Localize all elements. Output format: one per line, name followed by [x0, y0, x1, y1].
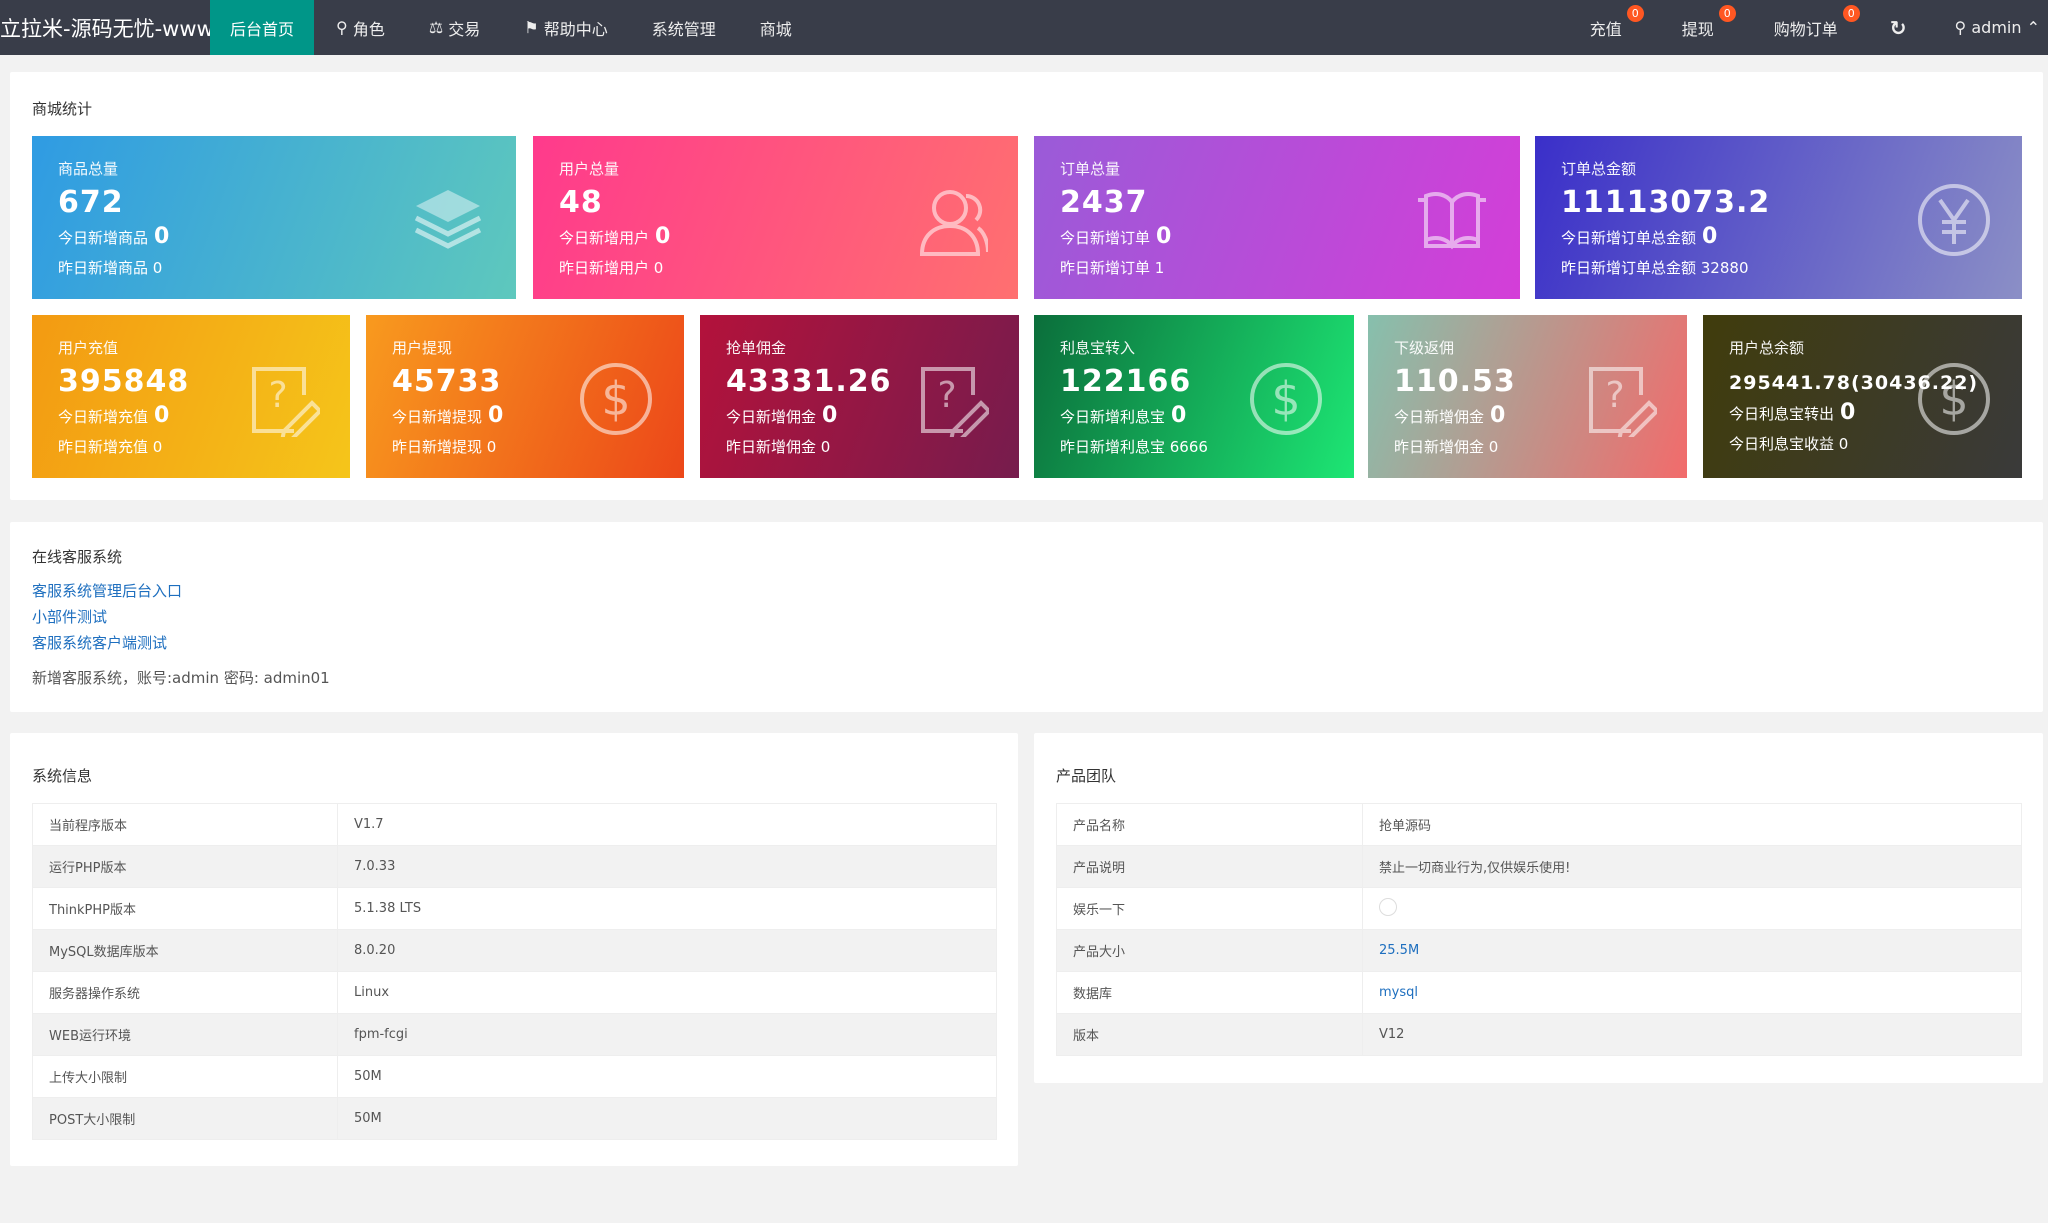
edit-question-icon: ?	[252, 367, 320, 437]
table-row: 上传大小限制 50M	[32, 1055, 997, 1098]
table-row: 服务器操作系统 Linux	[32, 971, 997, 1014]
badge: 0	[1842, 5, 1860, 22]
badge: 0	[1718, 5, 1736, 22]
table-row: ThinkPHP版本 5.1.38 LTS	[32, 887, 997, 930]
value-link[interactable]: mysql	[1379, 985, 1418, 1000]
svg-text:$: $	[1271, 372, 1300, 426]
panel-title: 系统信息	[32, 767, 93, 785]
svg-text:?: ?	[1605, 375, 1624, 416]
nav-withdraw[interactable]: 提现 0	[1652, 0, 1744, 55]
client-test-link[interactable]: 客服系统客户端测试	[32, 632, 167, 653]
value-link[interactable]: 25.5M	[1379, 943, 1419, 958]
edit-question-icon: ?	[1589, 367, 1657, 437]
user-icon: ⚲	[336, 18, 353, 37]
table-row: 当前程序版本 V1.7	[32, 803, 997, 846]
user-menu[interactable]: ⚲ admin ⌃	[1929, 0, 2048, 55]
nav-mall[interactable]: 商城	[738, 0, 814, 55]
stat-card: 订单总金额 11113073.2 今日新增订单总金额 0 昨日新增订单总金额 32…	[1535, 136, 2022, 299]
top-nav: 立拉米-源码无忧-www... 后台首页 ⚲ 角色 ⚖ 交易 ⚑ 帮助中心 系统…	[0, 0, 2048, 55]
panel-title: 商城统计	[32, 100, 93, 118]
edit-question-icon: ?	[921, 367, 989, 437]
book-icon	[1418, 192, 1486, 250]
table-row: 运行PHP版本 7.0.33	[32, 845, 997, 888]
table-row: POST大小限制 50M	[32, 1097, 997, 1140]
badge: 0	[1626, 5, 1644, 22]
team-table: 产品名称 抢单源码 产品说明 禁止一切商业行为,仅供娱乐使用! 娱乐一下 产品大小 25.5…	[1056, 803, 2022, 1056]
stat-card: 利息宝转入 122166 今日新增利息宝 0 昨日新增利息宝 6666 $	[1034, 315, 1354, 478]
service-note: 新增客服系统，账号:admin 密码: admin01	[32, 669, 330, 687]
nav-role[interactable]: ⚲ 角色	[314, 0, 407, 55]
table-row: 产品大小 25.5M	[1056, 929, 2022, 972]
yen-icon	[1918, 184, 1990, 256]
service-admin-link[interactable]: 客服系统管理后台入口	[32, 580, 182, 601]
svg-text:?: ?	[937, 375, 956, 416]
nav-system[interactable]: 系统管理	[630, 0, 738, 55]
table-row: 版本 V12	[1056, 1013, 2022, 1056]
dollar-icon: $	[580, 363, 652, 435]
stat-card: 抢单佣金 43331.26 今日新增佣金 0 昨日新增佣金 0 ?	[700, 315, 1019, 478]
nav-help[interactable]: ⚑ 帮助中心	[502, 0, 629, 55]
table-row: 数据库 mysql	[1056, 971, 2022, 1014]
flag-icon: ⚑	[524, 18, 544, 37]
stat-card: 下级返佣 110.53 今日新增佣金 0 昨日新增佣金 0 ?	[1368, 315, 1687, 478]
user-icon: ⚲	[1954, 18, 1972, 37]
table-row: 娱乐一下	[1056, 887, 2022, 930]
stat-card: 商品总量 672 今日新增商品 0 昨日新增商品 0	[32, 136, 516, 299]
svg-text:?: ?	[268, 375, 287, 416]
table-row: WEB运行环境 fpm-fcgi	[32, 1013, 997, 1056]
stat-card: 订单总量 2437 今日新增订单 0 昨日新增订单 1	[1034, 136, 1520, 299]
nav-trade[interactable]: ⚖ 交易	[407, 0, 502, 55]
stat-card: 用户提现 45733 今日新增提现 0 昨日新增提现 0 $	[366, 315, 684, 478]
emoji-icon[interactable]	[1379, 897, 1397, 916]
sysinfo-table: 当前程序版本 V1.7 运行PHP版本 7.0.33 ThinkPHP版本 5.1.38 …	[32, 803, 997, 1140]
layers-icon	[414, 190, 482, 249]
table-row: MySQL数据库版本 8.0.20	[32, 929, 997, 972]
svg-text:$: $	[1939, 372, 1968, 426]
panel-title: 在线客服系统	[32, 548, 123, 566]
brand-title: 立拉米-源码无忧-www...	[0, 16, 210, 41]
scale-icon: ⚖	[428, 18, 449, 37]
nav-recharge[interactable]: 充值 0	[1560, 0, 1652, 55]
stat-card: 用户总余额 295441.78(30436.22) 今日利息宝转出 0 今日利息宝…	[1703, 315, 2022, 478]
table-row: 产品名称 抢单源码	[1056, 803, 2022, 846]
dollar-icon: $	[1250, 363, 1322, 435]
stat-card: 用户总量 48 今日新增用户 0 昨日新增用户 0	[533, 136, 1018, 299]
widget-test-link[interactable]: 小部件测试	[32, 606, 107, 627]
refresh-icon[interactable]: ↻	[1868, 0, 1929, 55]
dollar-icon: $	[1918, 363, 1990, 435]
svg-text:$: $	[601, 372, 630, 426]
stat-card: 用户充值 395848 今日新增充值 0 昨日新增充值 0 ?	[32, 315, 350, 478]
panel-title: 产品团队	[1056, 767, 1117, 785]
nav-orders[interactable]: 购物订单 0	[1744, 0, 1868, 55]
nav-home[interactable]: 后台首页	[210, 0, 315, 55]
table-row: 产品说明 禁止一切商业行为,仅供娱乐使用!	[1056, 845, 2022, 888]
chevron-up-icon: ⌃	[2021, 18, 2040, 37]
users-icon	[919, 190, 988, 256]
